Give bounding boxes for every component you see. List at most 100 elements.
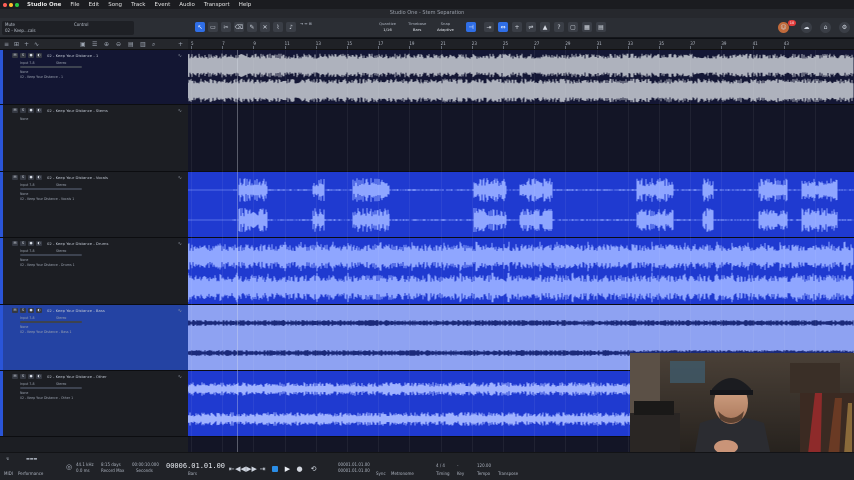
search-icon[interactable]: ⌕: [152, 41, 155, 49]
track-header[interactable]: M S ● ◐ 02 - Keep Your Distance - Stems ∿ None: [0, 105, 188, 172]
record-arm-button[interactable]: ●: [28, 53, 34, 58]
track-insert-none[interactable]: None: [20, 70, 28, 74]
settings-icon[interactable]: ⚙: [839, 22, 850, 33]
volume-fader[interactable]: [20, 321, 82, 323]
track-insert-none[interactable]: None: [20, 117, 28, 121]
track-name[interactable]: 02 - Keep Your Distance - 1: [47, 53, 98, 58]
channel-mode[interactable]: Stereo: [56, 183, 66, 187]
bend-tool-icon[interactable]: ⌇: [273, 22, 283, 32]
minimize-icon[interactable]: [9, 2, 13, 7]
snap-value[interactable]: Adaptive: [437, 27, 454, 33]
track-insert-none[interactable]: None: [20, 258, 28, 262]
loop-start-value[interactable]: 00001.01.01.00: [338, 462, 370, 467]
crosshair-icon[interactable]: +: [512, 22, 522, 32]
volume-fader[interactable]: [20, 188, 82, 190]
waveform-icon[interactable]: ∿: [178, 108, 182, 114]
seconds-value[interactable]: 00:00:10.000: [132, 462, 159, 467]
arrow-tool-icon[interactable]: ↖: [195, 22, 205, 32]
autoscroll-icon[interactable]: ⇥: [484, 22, 494, 32]
monitor-button[interactable]: ◐: [36, 241, 42, 246]
paint-tool-icon[interactable]: ✎: [247, 22, 257, 32]
home-icon[interactable]: ⌂: [820, 22, 831, 33]
list-icon[interactable]: ☰: [92, 41, 97, 48]
inspector-icon[interactable]: ▢: [568, 22, 578, 32]
track-output[interactable]: 02 - Keep Your Distance - Other 1: [20, 396, 73, 400]
track-lane[interactable]: [188, 50, 854, 105]
record-arm-button[interactable]: ●: [28, 308, 34, 313]
forward-icon[interactable]: ▶▶: [246, 464, 257, 473]
monitor-button[interactable]: ◐: [36, 53, 42, 58]
listen-tool-icon[interactable]: ♪: [286, 22, 296, 32]
tempo-value[interactable]: 120.00: [477, 463, 491, 468]
solo-button[interactable]: S: [20, 175, 26, 180]
track-input[interactable]: Input 7-8: [20, 382, 34, 386]
channel-mode[interactable]: Stereo: [56, 382, 66, 386]
monitor-button[interactable]: ◐: [36, 108, 42, 113]
waveform-icon[interactable]: ∿: [178, 374, 182, 380]
track-name[interactable]: 02 - Keep Your Distance - Vocals: [47, 175, 108, 180]
track-input[interactable]: Input 7-8: [20, 61, 34, 65]
sync-icon[interactable]: ⇌: [526, 22, 536, 32]
mute-button[interactable]: M: [12, 175, 18, 180]
mute-tool-icon[interactable]: ✕: [260, 22, 270, 32]
channel-mode[interactable]: Stereo: [56, 249, 66, 253]
monitor-button[interactable]: ◐: [36, 175, 42, 180]
help-icon[interactable]: ?: [554, 22, 564, 32]
volume-fader[interactable]: [20, 387, 82, 389]
record-arm-button[interactable]: ●: [28, 374, 34, 379]
track-insert-none[interactable]: None: [20, 391, 28, 395]
track-output[interactable]: 02 - Keep Your Distance - Drums 1: [20, 263, 75, 267]
track-input[interactable]: Input 7-8: [20, 183, 34, 187]
solo-button[interactable]: S: [20, 308, 26, 313]
midi-icon[interactable]: ↯: [6, 456, 9, 461]
tracklist-icon[interactable]: ▤: [128, 41, 134, 48]
zoom-icon[interactable]: [15, 2, 19, 7]
loop-end-value[interactable]: 00001.01.01.00: [338, 468, 370, 473]
menu-transport[interactable]: Transport: [204, 2, 230, 8]
cloud-icon[interactable]: ☁: [801, 22, 812, 33]
solo-button[interactable]: S: [20, 374, 26, 379]
monitor-button[interactable]: ◐: [36, 308, 42, 313]
add-icon[interactable]: +: [178, 41, 183, 48]
mute-button[interactable]: M: [12, 374, 18, 379]
track-name[interactable]: 02 - Keep Your Distance - Other: [47, 374, 107, 379]
menu-app-name[interactable]: Studio One: [27, 2, 61, 8]
time-signature[interactable]: 4 / 4: [436, 463, 445, 468]
menu-file[interactable]: File: [70, 2, 79, 8]
waveform-icon[interactable]: ∿: [178, 53, 182, 59]
track-insert-none[interactable]: None: [20, 325, 28, 329]
tool-icons-group[interactable]: ⇥ ↔ ⊞: [300, 21, 312, 27]
waveform-icon[interactable]: ∿: [178, 175, 182, 181]
menu-icon[interactable]: ≡: [4, 41, 9, 48]
record-button[interactable]: ●: [295, 464, 304, 473]
snap-toggle-icon[interactable]: ⊣: [466, 22, 476, 32]
record-arm-button[interactable]: ●: [28, 175, 34, 180]
menu-song[interactable]: Song: [108, 2, 122, 8]
track-header[interactable]: M S ● ◐ 02 - Keep Your Distance - Vocals ∿ Inp…: [0, 172, 188, 238]
expand-icon[interactable]: ⊞: [14, 41, 19, 48]
mute-button[interactable]: M: [12, 241, 18, 246]
eraser-tool-icon[interactable]: ⌫: [234, 22, 244, 32]
solo-button[interactable]: S: [20, 241, 26, 246]
grid-icon[interactable]: ⇥ ↔ ⊞: [300, 21, 312, 26]
column-icon[interactable]: ▥: [140, 41, 146, 48]
timeline-ruler[interactable]: 5 7 9 11 13 15 17 19 21 23 25 27 29 31 33 35 37 39 41 43: [188, 39, 854, 50]
zoom-out-icon[interactable]: ⊖: [116, 41, 121, 48]
snap-field[interactable]: Snap Adaptive: [437, 21, 454, 33]
follow-icon[interactable]: ⇔: [498, 22, 508, 32]
menu-edit[interactable]: Edit: [89, 2, 100, 8]
record-arm-button[interactable]: ●: [28, 241, 34, 246]
monitor-button[interactable]: ◐: [36, 374, 42, 379]
menu-audio[interactable]: Audio: [179, 2, 195, 8]
track-output[interactable]: 02 - Keep Your Distance - Bass 1: [20, 330, 72, 334]
track-header[interactable]: M S ● ◐ 02 - Keep Your Distance - Other ∿ Inpu…: [0, 371, 188, 437]
track-header[interactable]: M S ● ◐ 02 - Keep Your Distance - Bass ∿ Input…: [0, 305, 188, 371]
menu-help[interactable]: Help: [239, 2, 252, 8]
volume-fader[interactable]: [20, 66, 82, 68]
browser-icon[interactable]: ▤: [596, 22, 606, 32]
track-insert-none[interactable]: None: [20, 192, 28, 196]
song-info-panel[interactable]: Mute 02 - Keep...cals Control: [2, 21, 134, 35]
mute-button[interactable]: M: [12, 308, 18, 313]
mute-button[interactable]: M: [12, 108, 18, 113]
track-lane[interactable]: [188, 105, 854, 172]
